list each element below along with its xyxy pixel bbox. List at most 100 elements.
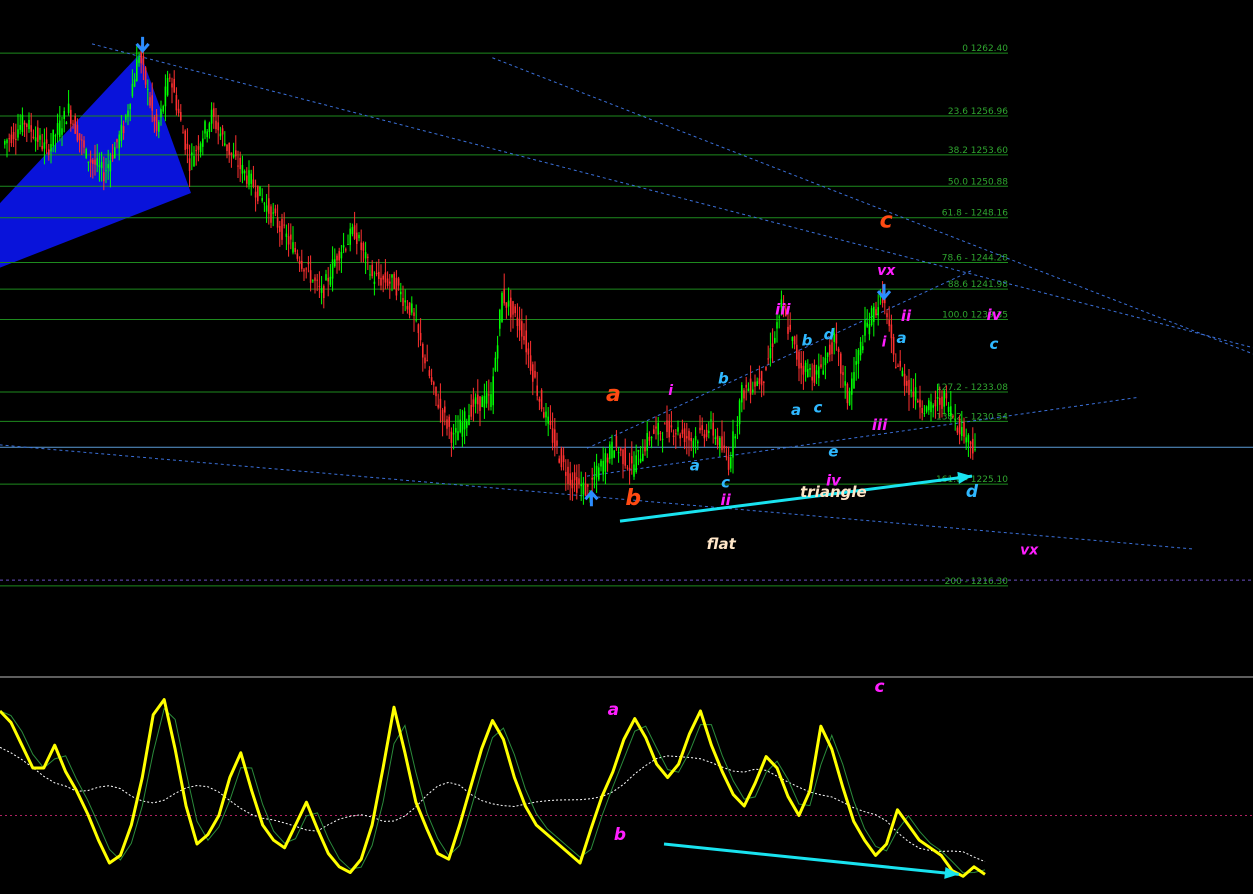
candle-body bbox=[523, 336, 525, 341]
candle-body bbox=[56, 123, 59, 135]
candle-body bbox=[133, 79, 136, 87]
candle-body bbox=[488, 394, 490, 396]
candle-body bbox=[494, 357, 497, 371]
candle-body bbox=[199, 143, 202, 153]
candle-body bbox=[644, 447, 646, 452]
candle-body bbox=[543, 412, 545, 418]
candle-body bbox=[338, 251, 340, 261]
chart-background bbox=[0, 0, 1253, 890]
candle-body bbox=[681, 429, 684, 434]
candle-body bbox=[857, 350, 860, 364]
fib-level-label: 23.6 1256.96 bbox=[948, 107, 1008, 117]
candle-body bbox=[679, 434, 681, 439]
candle-body bbox=[342, 245, 345, 248]
candle-body bbox=[177, 108, 180, 114]
candle-body bbox=[435, 386, 437, 397]
candle-body bbox=[87, 161, 90, 163]
candle-body bbox=[855, 361, 857, 365]
candle-body bbox=[217, 122, 219, 131]
candle-body bbox=[545, 411, 547, 418]
candle-body bbox=[81, 139, 83, 141]
candle-body bbox=[637, 449, 640, 452]
candle-body bbox=[580, 484, 582, 487]
candle-body bbox=[490, 394, 492, 407]
candle-body bbox=[483, 395, 486, 408]
wave-label: c bbox=[721, 474, 730, 492]
wave-label: d bbox=[966, 482, 979, 502]
candle-body bbox=[496, 345, 499, 359]
candle-body bbox=[741, 385, 743, 403]
candle-body bbox=[202, 138, 204, 147]
candle-body bbox=[287, 236, 290, 245]
candle-body bbox=[351, 227, 354, 234]
candle-body bbox=[94, 159, 96, 165]
candle-body bbox=[829, 344, 831, 355]
fib-level-label: 50.0 1250.88 bbox=[948, 177, 1008, 187]
candle-body bbox=[666, 420, 668, 432]
candle-body bbox=[516, 317, 519, 327]
candle-body bbox=[105, 170, 107, 172]
candle-body bbox=[928, 400, 930, 411]
candle-body bbox=[301, 260, 303, 269]
candle-body bbox=[521, 321, 523, 337]
candle-body bbox=[129, 104, 131, 110]
candle-body bbox=[32, 136, 35, 138]
candle-body bbox=[10, 134, 13, 144]
candle-body bbox=[125, 115, 127, 120]
candle-body bbox=[96, 158, 98, 166]
candle-body bbox=[6, 139, 8, 144]
candle-body bbox=[604, 453, 607, 472]
candle-body bbox=[648, 436, 651, 441]
candle-body bbox=[235, 150, 237, 157]
candle-body bbox=[670, 425, 673, 428]
candle-body bbox=[657, 422, 659, 435]
candle-body bbox=[439, 398, 442, 409]
candle-body bbox=[21, 114, 24, 133]
candle-body bbox=[204, 121, 206, 134]
candle-body bbox=[305, 268, 307, 270]
candle-body bbox=[19, 125, 21, 130]
candle-body bbox=[380, 277, 382, 286]
candle-body bbox=[208, 123, 211, 132]
candle-body bbox=[309, 270, 312, 283]
candle-body bbox=[111, 154, 114, 160]
candle-body bbox=[892, 337, 895, 355]
candle-body bbox=[283, 224, 285, 226]
candle-body bbox=[895, 366, 897, 369]
candle-body bbox=[811, 376, 813, 381]
candle-body bbox=[809, 368, 811, 370]
candle-body bbox=[956, 427, 959, 433]
candle-body bbox=[292, 242, 294, 253]
candle-body bbox=[424, 357, 426, 364]
candle-body bbox=[846, 383, 849, 404]
candle-body bbox=[745, 384, 747, 388]
candle-body bbox=[219, 133, 222, 137]
candle-body bbox=[184, 130, 186, 150]
candle-body bbox=[758, 378, 761, 384]
candle-body bbox=[540, 389, 543, 410]
candle-body bbox=[213, 108, 215, 117]
wave-label: iii bbox=[872, 416, 888, 434]
candle-body bbox=[358, 234, 360, 239]
candle-body bbox=[831, 342, 833, 354]
candle-body bbox=[413, 312, 415, 316]
candle-body bbox=[226, 144, 228, 152]
candle-body bbox=[290, 234, 292, 240]
candle-body bbox=[404, 300, 406, 303]
candle-body bbox=[285, 233, 288, 237]
candle-body bbox=[100, 162, 103, 169]
candle-body bbox=[30, 125, 32, 132]
candle-body bbox=[536, 385, 538, 396]
candle-body bbox=[910, 389, 912, 391]
candle-body bbox=[37, 127, 39, 142]
candle-body bbox=[655, 426, 657, 429]
candle-body bbox=[754, 381, 756, 387]
candle-body bbox=[716, 435, 719, 445]
candle-body bbox=[774, 337, 776, 343]
candle-body bbox=[565, 471, 567, 476]
candle-body bbox=[760, 371, 763, 386]
candle-body bbox=[252, 179, 255, 187]
candle-body bbox=[556, 440, 558, 446]
candle-body bbox=[842, 372, 844, 376]
candle-body bbox=[870, 308, 873, 326]
